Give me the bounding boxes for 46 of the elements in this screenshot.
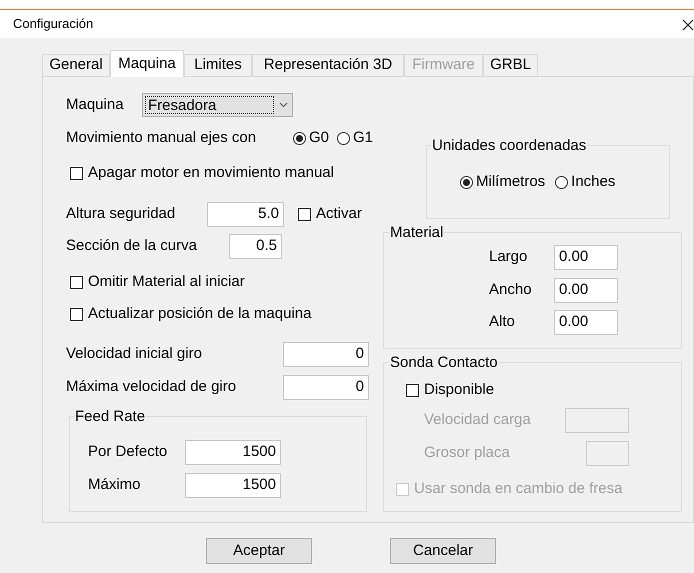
tab[interactable]: Limites (184, 54, 252, 76)
tab[interactable]: General (42, 54, 110, 76)
dialog-button[interactable]: Aceptar (206, 538, 312, 564)
field-label: Por Defecto (88, 442, 168, 462)
input-field[interactable]: 0.5 (229, 234, 282, 259)
field-label: Grosor placa (424, 443, 511, 464)
tab[interactable]: GRBL (483, 54, 538, 76)
window-title: Configuración (13, 15, 94, 34)
field-label: Máxima velocidad de giro (66, 377, 238, 398)
dialog-button[interactable]: Cancelar (390, 538, 496, 564)
input-field[interactable]: 1500 (185, 440, 281, 465)
checkbox-label: Usar sonda en cambio de fresa (414, 478, 622, 499)
dropdown[interactable]: Fresadora (142, 93, 293, 117)
checkbox-label: Omitir Material al iniciar (88, 272, 245, 292)
field-label: Movimiento manual ejes con (66, 128, 258, 148)
input-field[interactable]: 0 (283, 375, 369, 400)
field-label: Sección de la curva (66, 236, 198, 256)
input-field[interactable]: 5.0 (207, 202, 284, 227)
group-title: Material (389, 224, 444, 241)
group-title: Unidades coordenadas (431, 137, 588, 154)
radio-label: G1 (352, 128, 373, 148)
field-label: Máximo (88, 475, 142, 496)
checkbox-label: Activar (316, 204, 362, 224)
field-label: Velocidad inicial giro (66, 344, 203, 364)
radio-label: Inches (571, 172, 616, 192)
input-field[interactable]: 0.00 (554, 278, 618, 303)
field-label: Ancho (489, 280, 533, 300)
field-label: Largo (489, 247, 528, 268)
field-label: Maquina (66, 94, 125, 115)
dropdown-value: Fresadora (145, 96, 274, 114)
tab[interactable]: Maquina (110, 50, 184, 77)
field-label: Alto (489, 312, 516, 332)
radio-label: Milímetros (476, 172, 546, 192)
group-title: Sonda Contacto (389, 354, 499, 371)
input-field[interactable]: 0.00 (554, 245, 618, 270)
field-label: Velocidad carga (424, 410, 532, 430)
checkbox-label: Apagar motor en movimiento manual (88, 162, 334, 183)
checkbox-label: Disponible (424, 380, 494, 400)
radio-label: G0 (308, 128, 329, 148)
checkbox-label: Actualizar posición de la maquina (88, 304, 312, 324)
input-field[interactable]: 0.00 (554, 310, 618, 335)
group-title: Feed Rate (74, 408, 146, 425)
input-field[interactable]: 1500 (185, 473, 281, 498)
field-label: Altura seguridad (66, 204, 176, 224)
input-field[interactable]: 0 (283, 342, 369, 367)
tab[interactable]: Representación 3D (252, 54, 404, 76)
